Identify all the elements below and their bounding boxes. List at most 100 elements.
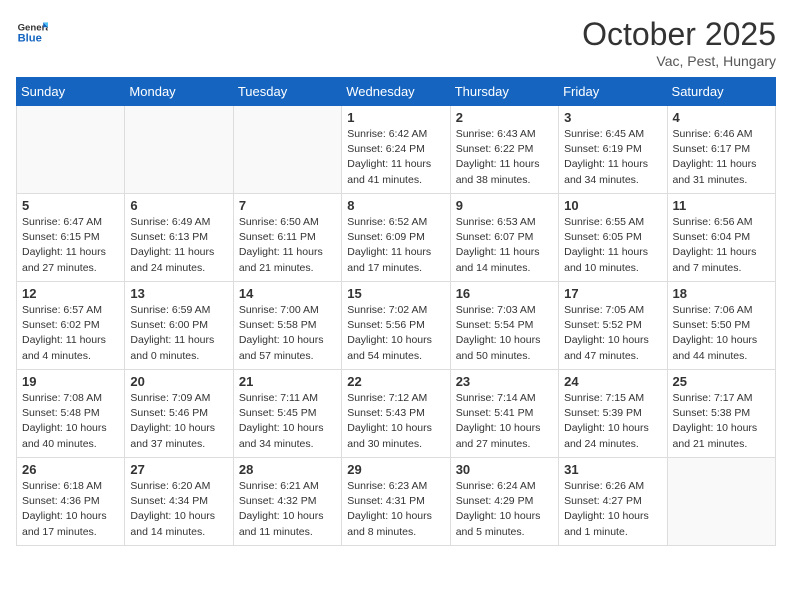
day-info: Sunrise: 6:59 AM Sunset: 6:00 PM Dayligh… [130,303,227,364]
location: Vac, Pest, Hungary [582,53,776,69]
day-info: Sunrise: 7:06 AM Sunset: 5:50 PM Dayligh… [673,303,770,364]
day-of-week-header: Wednesday [342,78,450,106]
day-number: 23 [456,374,553,389]
day-of-week-header: Tuesday [233,78,341,106]
calendar-day-cell: 12Sunrise: 6:57 AM Sunset: 6:02 PM Dayli… [17,282,125,370]
svg-text:Blue: Blue [18,33,42,45]
calendar-day-cell: 25Sunrise: 7:17 AM Sunset: 5:38 PM Dayli… [667,370,775,458]
calendar-day-cell: 24 Sunrise: 7:15 AM Sunset: 5:39 PM Dayli… [559,370,667,458]
calendar-week-row: 19Sunrise: 7:08 AM Sunset: 5:48 PM Dayli… [17,370,776,458]
calendar-day-cell: 29 Sunrise: 6:23 AM Sunset: 4:31 PM Dayli… [342,458,450,546]
day-info: Sunrise: 6:47 AM Sunset: 6:15 PM Dayligh… [22,215,119,276]
day-of-week-header: Thursday [450,78,558,106]
month-title: October 2025 [582,16,776,53]
calendar-header: SundayMondayTuesdayWednesdayThursdayFrid… [17,78,776,106]
day-info: Sunrise: 6:49 AM Sunset: 6:13 PM Dayligh… [130,215,227,276]
day-number: 10 [564,198,661,213]
day-info: Sunrise: 6:56 AM Sunset: 6:04 PM Dayligh… [673,215,770,276]
day-number: 30 [456,462,553,477]
day-info: Sunrise: 7:05 AM Sunset: 5:52 PM Dayligh… [564,303,661,364]
day-info: Sunrise: 7:12 AM Sunset: 5:43 PM Dayligh… [347,391,444,452]
day-info: Sunrise: 6:57 AM Sunset: 6:02 PM Dayligh… [22,303,119,364]
day-number: 24 [564,374,661,389]
day-info: Sunrise: 6:55 AM Sunset: 6:05 PM Dayligh… [564,215,661,276]
day-info: Sunrise: 6:23 AM Sunset: 4:31 PM Dayligh… [347,479,444,540]
day-of-week-header: Monday [125,78,233,106]
page-header: General Blue October 2025 Vac, Pest, Hun… [16,16,776,69]
calendar-day-cell: 19Sunrise: 7:08 AM Sunset: 5:48 PM Dayli… [17,370,125,458]
calendar-day-cell: 31 Sunrise: 6:26 AM Sunset: 4:27 PM Dayli… [559,458,667,546]
calendar-day-cell: 5Sunrise: 6:47 AM Sunset: 6:15 PM Daylig… [17,194,125,282]
day-info: Sunrise: 6:46 AM Sunset: 6:17 PM Dayligh… [673,127,770,188]
logo: General Blue [16,16,48,48]
day-number: 9 [456,198,553,213]
calendar-day-cell: 22 Sunrise: 7:12 AM Sunset: 5:43 PM Dayli… [342,370,450,458]
calendar-day-cell [233,106,341,194]
day-number: 25 [673,374,770,389]
day-number: 3 [564,110,661,125]
day-info: Sunrise: 7:11 AM Sunset: 5:45 PM Dayligh… [239,391,336,452]
day-number: 31 [564,462,661,477]
day-info: Sunrise: 6:52 AM Sunset: 6:09 PM Dayligh… [347,215,444,276]
calendar-day-cell: 30 Sunrise: 6:24 AM Sunset: 4:29 PM Dayli… [450,458,558,546]
calendar-day-cell: 16 Sunrise: 7:03 AM Sunset: 5:54 PM Dayli… [450,282,558,370]
calendar-day-cell [125,106,233,194]
calendar-day-cell: 21 Sunrise: 7:11 AM Sunset: 5:45 PM Dayli… [233,370,341,458]
day-number: 29 [347,462,444,477]
days-of-week-row: SundayMondayTuesdayWednesdayThursdayFrid… [17,78,776,106]
day-info: Sunrise: 7:00 AM Sunset: 5:58 PM Dayligh… [239,303,336,364]
day-info: Sunrise: 6:21 AM Sunset: 4:32 PM Dayligh… [239,479,336,540]
calendar-day-cell: 1 Sunrise: 6:42 AM Sunset: 6:24 PM Daylig… [342,106,450,194]
calendar-day-cell: 15 Sunrise: 7:02 AM Sunset: 5:56 PM Dayli… [342,282,450,370]
day-number: 15 [347,286,444,301]
calendar-day-cell: 14 Sunrise: 7:00 AM Sunset: 5:58 PM Dayli… [233,282,341,370]
day-number: 18 [673,286,770,301]
calendar-day-cell: 2Sunrise: 6:43 AM Sunset: 6:22 PM Daylig… [450,106,558,194]
day-info: Sunrise: 7:15 AM Sunset: 5:39 PM Dayligh… [564,391,661,452]
day-info: Sunrise: 7:08 AM Sunset: 5:48 PM Dayligh… [22,391,119,452]
calendar-day-cell: 17Sunrise: 7:05 AM Sunset: 5:52 PM Dayli… [559,282,667,370]
day-of-week-header: Friday [559,78,667,106]
day-of-week-header: Sunday [17,78,125,106]
day-number: 14 [239,286,336,301]
logo-icon: General Blue [16,16,48,48]
day-info: Sunrise: 6:50 AM Sunset: 6:11 PM Dayligh… [239,215,336,276]
day-number: 22 [347,374,444,389]
calendar-day-cell: 11 Sunrise: 6:56 AM Sunset: 6:04 PM Dayli… [667,194,775,282]
day-number: 27 [130,462,227,477]
day-info: Sunrise: 6:42 AM Sunset: 6:24 PM Dayligh… [347,127,444,188]
day-info: Sunrise: 6:24 AM Sunset: 4:29 PM Dayligh… [456,479,553,540]
calendar-day-cell: 18 Sunrise: 7:06 AM Sunset: 5:50 PM Dayli… [667,282,775,370]
day-number: 11 [673,198,770,213]
calendar-day-cell: 13Sunrise: 6:59 AM Sunset: 6:00 PM Dayli… [125,282,233,370]
day-number: 28 [239,462,336,477]
day-info: Sunrise: 7:14 AM Sunset: 5:41 PM Dayligh… [456,391,553,452]
calendar-table: SundayMondayTuesdayWednesdayThursdayFrid… [16,77,776,546]
day-info: Sunrise: 7:09 AM Sunset: 5:46 PM Dayligh… [130,391,227,452]
calendar-day-cell: 8 Sunrise: 6:52 AM Sunset: 6:09 PM Daylig… [342,194,450,282]
calendar-day-cell: 10 Sunrise: 6:55 AM Sunset: 6:05 PM Dayli… [559,194,667,282]
day-info: Sunrise: 7:03 AM Sunset: 5:54 PM Dayligh… [456,303,553,364]
calendar-day-cell: 7Sunrise: 6:50 AM Sunset: 6:11 PM Daylig… [233,194,341,282]
day-info: Sunrise: 6:53 AM Sunset: 6:07 PM Dayligh… [456,215,553,276]
calendar-day-cell: 6 Sunrise: 6:49 AM Sunset: 6:13 PM Daylig… [125,194,233,282]
calendar-day-cell: 28 Sunrise: 6:21 AM Sunset: 4:32 PM Dayli… [233,458,341,546]
day-number: 21 [239,374,336,389]
day-number: 1 [347,110,444,125]
title-block: October 2025 Vac, Pest, Hungary [582,16,776,69]
calendar-day-cell: 20 Sunrise: 7:09 AM Sunset: 5:46 PM Dayli… [125,370,233,458]
day-number: 16 [456,286,553,301]
calendar-day-cell: 4 Sunrise: 6:46 AM Sunset: 6:17 PM Daylig… [667,106,775,194]
day-number: 8 [347,198,444,213]
day-info: Sunrise: 6:20 AM Sunset: 4:34 PM Dayligh… [130,479,227,540]
day-number: 6 [130,198,227,213]
day-info: Sunrise: 7:02 AM Sunset: 5:56 PM Dayligh… [347,303,444,364]
day-info: Sunrise: 6:43 AM Sunset: 6:22 PM Dayligh… [456,127,553,188]
day-number: 4 [673,110,770,125]
calendar-day-cell: 27 Sunrise: 6:20 AM Sunset: 4:34 PM Dayli… [125,458,233,546]
calendar-day-cell: 3Sunrise: 6:45 AM Sunset: 6:19 PM Daylig… [559,106,667,194]
day-number: 20 [130,374,227,389]
calendar-day-cell [17,106,125,194]
calendar-day-cell: 23 Sunrise: 7:14 AM Sunset: 5:41 PM Dayli… [450,370,558,458]
day-info: Sunrise: 6:26 AM Sunset: 4:27 PM Dayligh… [564,479,661,540]
